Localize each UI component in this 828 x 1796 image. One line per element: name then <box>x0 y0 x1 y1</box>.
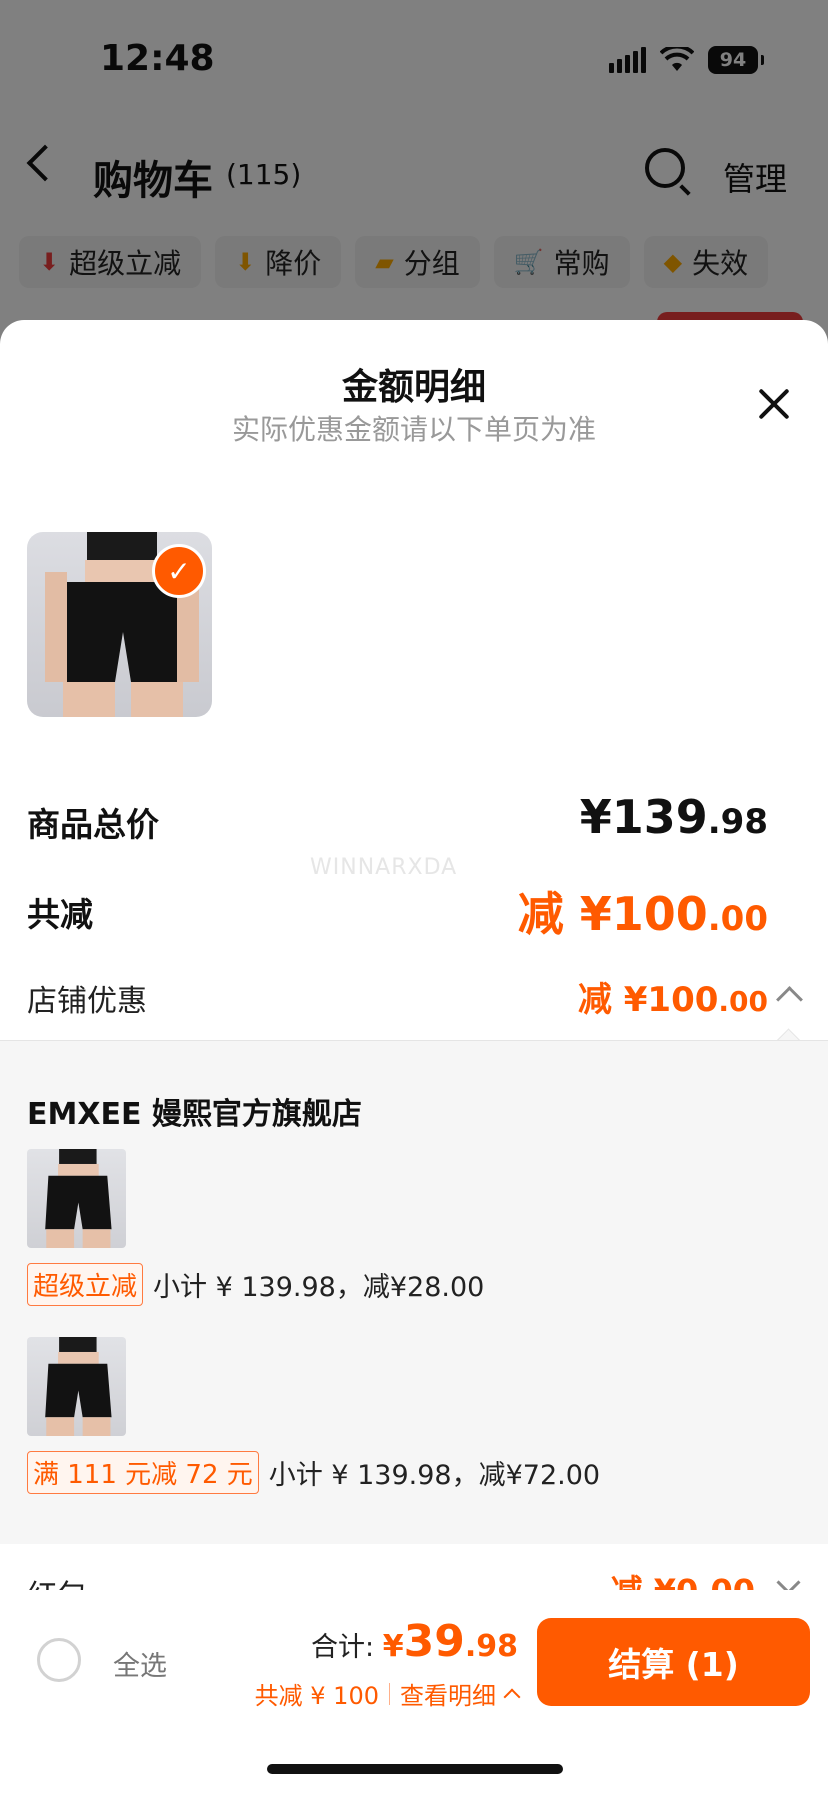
shorts-illustration <box>45 1149 112 1248</box>
store-discount-label: 店铺优惠 <box>27 984 147 1019</box>
shorts-illustration <box>45 1337 112 1436</box>
select-all-label[interactable]: 全选 <box>113 1644 167 1683</box>
checkout-bar: 全选 合计: ¥39.98 共减 ¥ 100 查看明细 结算 (1) <box>0 1590 828 1796</box>
store-discount-detail: EMXEE 嫚熙官方旗舰店 超级立减 小计 ¥ 139.98，减¥28.00 满… <box>0 1040 828 1544</box>
item-thumbnail <box>27 1149 126 1248</box>
sheet-subtitle: 实际优惠金额请以下单页为准 <box>231 413 596 446</box>
promo-tag: 超级立减 <box>27 1263 144 1306</box>
total-amount: 合计: ¥39.98 <box>311 1616 518 1667</box>
item-promo-row: 满 111 元减 72 元 小计 ¥ 139.98，减¥72.00 <box>27 1451 600 1494</box>
checked-icon[interactable]: ✓ <box>152 544 206 598</box>
home-indicator[interactable] <box>267 1764 563 1774</box>
close-icon[interactable] <box>756 386 792 422</box>
total-price-value: ¥139.98 <box>579 790 768 844</box>
sheet-title: 金额明细 <box>341 367 486 408</box>
item-thumbnail <box>27 1337 126 1436</box>
saved-amount: 共减 ¥ 100 <box>254 1682 379 1710</box>
chevron-up-icon[interactable] <box>776 986 803 1013</box>
watermark: WINNARXDA <box>310 855 458 880</box>
select-all-radio[interactable] <box>37 1638 81 1682</box>
amount-detail-sheet: 金额明细 实际优惠金额请以下单页为准 ✓ WINNARXDA 商品总价 ¥139… <box>0 320 828 1796</box>
divider <box>389 1682 390 1705</box>
discount-label: 共减 <box>27 895 93 934</box>
view-detail-link[interactable]: 查看明细 <box>400 1676 496 1711</box>
store-name: EMXEE 嫚熙官方旗舰店 <box>27 1097 362 1132</box>
chevron-up-icon[interactable] <box>503 1688 521 1705</box>
item-subtotal: 小计 ¥ 139.98，减¥72.00 <box>268 1460 601 1491</box>
item-promo-row: 超级立减 小计 ¥ 139.98，减¥28.00 <box>27 1263 484 1306</box>
saved-amount-row: 共减 ¥ 100 查看明细 <box>254 1676 521 1711</box>
promo-tag: 满 111 元减 72 元 <box>27 1451 259 1494</box>
item-subtotal: 小计 ¥ 139.98，减¥28.00 <box>153 1272 485 1303</box>
discount-value: 减 ¥100.00 <box>517 887 768 941</box>
checkout-button[interactable]: 结算 (1) <box>537 1618 810 1706</box>
total-price-label: 商品总价 <box>27 805 159 844</box>
overlay-dim[interactable] <box>0 0 828 340</box>
store-discount-value[interactable]: 减 ¥100.00 <box>578 972 768 1021</box>
